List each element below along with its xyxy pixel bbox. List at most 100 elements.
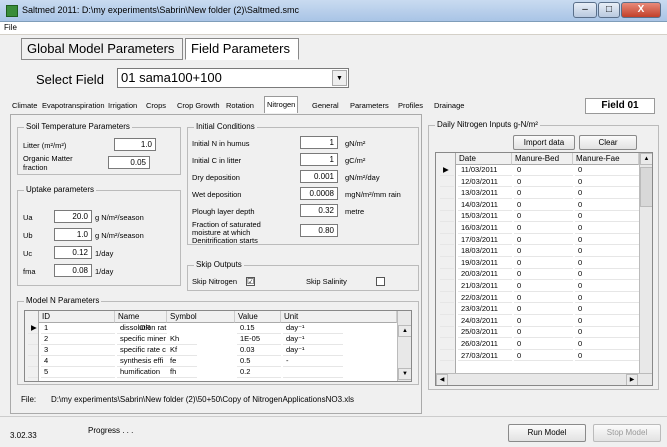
cell-manure-bed[interactable]: 0 bbox=[514, 200, 573, 211]
ub-field[interactable]: 1.0 bbox=[54, 228, 92, 241]
cell-date[interactable]: 15/03/2011 bbox=[458, 211, 512, 223]
skip-nitrogen-checkbox[interactable]: ☑ bbox=[246, 277, 255, 286]
column-header-value[interactable]: Value bbox=[235, 311, 281, 323]
cell-date[interactable]: 26/03/2011 bbox=[458, 339, 512, 350]
cell-id[interactable]: 2 bbox=[41, 334, 115, 345]
cell-manure-bed[interactable]: 0 bbox=[514, 316, 573, 327]
maximize-button[interactable]: □ bbox=[598, 2, 620, 18]
cell-symbol[interactable]: DR bbox=[137, 323, 167, 334]
cell-manure-fae[interactable]: 0 bbox=[575, 246, 639, 257]
import-data-button[interactable]: Import data bbox=[513, 135, 575, 150]
cell-manure-bed[interactable]: 0 bbox=[514, 269, 573, 281]
scroll-left-arrow-icon[interactable]: ◀ bbox=[436, 374, 448, 385]
cell-manure-fae[interactable]: 0 bbox=[575, 200, 639, 211]
column-header-id[interactable]: ID bbox=[39, 311, 115, 323]
table-row[interactable]: 27/03/2011 0 0 bbox=[436, 351, 639, 363]
table-row[interactable]: 12/03/2011 0 0 bbox=[436, 177, 639, 189]
cell-manure-fae[interactable]: 0 bbox=[575, 211, 639, 223]
tab-nitrogen[interactable]: Nitrogen bbox=[264, 96, 299, 113]
cell-date[interactable]: 23/03/2011 bbox=[458, 304, 512, 315]
table-row[interactable]: 2 specific miner Kh 1E-05 day⁻¹ bbox=[25, 334, 397, 345]
cell-manure-bed[interactable]: 0 bbox=[514, 177, 573, 188]
initial-n-field[interactable]: 1 bbox=[300, 136, 338, 149]
column-header-unit[interactable]: Unit bbox=[281, 311, 397, 323]
cell-manure-fae[interactable]: 0 bbox=[575, 304, 639, 315]
tab-general[interactable]: General bbox=[310, 98, 341, 113]
minimize-button[interactable]: – bbox=[573, 2, 597, 18]
wet-deposition-field[interactable]: 0.0008 bbox=[300, 187, 338, 200]
table-row[interactable]: 16/03/2011 0 0 bbox=[436, 223, 639, 235]
cell-date[interactable]: 17/03/2011 bbox=[458, 235, 512, 246]
cell-manure-fae[interactable]: 0 bbox=[575, 351, 639, 362]
cell-unit[interactable]: day⁻¹ bbox=[283, 334, 343, 345]
cell-manure-bed[interactable]: 0 bbox=[514, 258, 573, 269]
tab-global-model-parameters[interactable]: Global Model Parameters bbox=[21, 38, 183, 60]
cell-name[interactable]: specific rate c bbox=[117, 345, 167, 356]
table-row[interactable]: 19/03/2011 0 0 bbox=[436, 258, 639, 270]
cell-name[interactable]: synthesis effi bbox=[117, 356, 167, 367]
daily-vertical-scrollbar[interactable]: ▲ bbox=[639, 153, 652, 373]
cell-manure-fae[interactable]: 0 bbox=[575, 281, 639, 292]
cell-manure-fae[interactable]: 0 bbox=[575, 177, 639, 188]
cell-id[interactable]: 3 bbox=[41, 345, 115, 356]
cell-value[interactable]: 1E-05 bbox=[237, 334, 281, 345]
cell-manure-bed[interactable]: 0 bbox=[514, 339, 573, 350]
table-row[interactable]: 21/03/2011 0 0 bbox=[436, 281, 639, 293]
cell-manure-bed[interactable]: 0 bbox=[514, 281, 573, 292]
table-row[interactable]: ▶ 11/03/2011 0 0 bbox=[436, 165, 639, 177]
table-row[interactable]: 18/03/2011 0 0 bbox=[436, 246, 639, 258]
column-header-manure-bed[interactable]: Manure-Bed bbox=[512, 153, 573, 165]
run-model-button[interactable]: Run Model bbox=[508, 424, 586, 442]
cell-date[interactable]: 25/03/2011 bbox=[458, 327, 512, 339]
scroll-right-arrow-icon[interactable]: ▶ bbox=[626, 374, 638, 385]
field-select[interactable]: 01 sama100+100 ▼ bbox=[117, 68, 349, 88]
cell-manure-bed[interactable]: 0 bbox=[514, 235, 573, 246]
tab-parameters[interactable]: Parameters bbox=[348, 98, 391, 113]
tab-evapotranspiration[interactable]: Evapotranspiration bbox=[40, 98, 107, 113]
ua-field[interactable]: 20.0 bbox=[54, 210, 92, 223]
tab-profiles[interactable]: Profiles bbox=[396, 98, 425, 113]
cell-manure-fae[interactable]: 0 bbox=[575, 223, 639, 234]
cell-unit[interactable]: day⁻¹ bbox=[283, 323, 343, 334]
cell-date[interactable]: 18/03/2011 bbox=[458, 246, 512, 257]
tab-drainage[interactable]: Drainage bbox=[432, 98, 466, 113]
cell-manure-fae[interactable]: 0 bbox=[575, 293, 639, 304]
cell-value[interactable]: 0.5 bbox=[237, 356, 281, 367]
cell-manure-bed[interactable]: 0 bbox=[514, 188, 573, 199]
initial-c-field[interactable]: 1 bbox=[300, 153, 338, 166]
cell-date[interactable]: 16/03/2011 bbox=[458, 223, 512, 234]
cell-id[interactable]: 4 bbox=[41, 356, 115, 367]
cell-manure-bed[interactable]: 0 bbox=[514, 246, 573, 257]
daily-horizontal-scrollbar[interactable]: ◀ ▶ bbox=[436, 373, 652, 385]
table-row[interactable]: 3 specific rate c Kf 0.03 day⁻¹ bbox=[25, 345, 397, 356]
cell-name[interactable]: specific miner bbox=[117, 334, 167, 345]
clear-button[interactable]: Clear bbox=[579, 135, 637, 150]
cell-symbol[interactable]: Kf bbox=[167, 345, 197, 356]
model-n-table[interactable]: ID Name Symbol Value Unit ▶ 1 dissolutio… bbox=[24, 310, 412, 382]
table-row[interactable]: 14/03/2011 0 0 bbox=[436, 200, 639, 212]
tab-irrigation[interactable]: Irrigation bbox=[106, 98, 139, 113]
cell-symbol[interactable]: fe bbox=[167, 356, 197, 367]
stop-model-button[interactable]: Stop Model bbox=[593, 424, 661, 442]
uc-field[interactable]: 0.12 bbox=[54, 246, 92, 259]
cell-date[interactable]: 11/03/2011 bbox=[458, 165, 512, 176]
column-header-symbol[interactable]: Symbol bbox=[167, 311, 235, 323]
cell-value[interactable]: 0.2 bbox=[237, 367, 281, 378]
close-button[interactable]: X bbox=[621, 2, 661, 18]
table-row[interactable]: 23/03/2011 0 0 bbox=[436, 304, 639, 316]
table-row[interactable]: 4 synthesis effi fe 0.5 - bbox=[25, 356, 397, 367]
plough-depth-field[interactable]: 0.32 bbox=[300, 204, 338, 217]
cell-manure-bed[interactable]: 0 bbox=[514, 351, 573, 362]
table-row[interactable]: 13/03/2011 0 0 bbox=[436, 188, 639, 200]
column-header-name[interactable]: Name bbox=[115, 311, 167, 323]
cell-manure-bed[interactable]: 0 bbox=[514, 293, 573, 304]
cell-date[interactable]: 22/03/2011 bbox=[458, 293, 512, 304]
column-header-date[interactable]: Date bbox=[456, 153, 512, 165]
tab-crop-growth[interactable]: Crop Growth bbox=[175, 98, 222, 113]
cell-unit[interactable]: day⁻¹ bbox=[283, 345, 343, 356]
table-row[interactable]: 25/03/2011 0 0 bbox=[436, 327, 639, 339]
cell-symbol[interactable]: fh bbox=[167, 367, 197, 378]
dry-deposition-field[interactable]: 0.001 bbox=[300, 170, 338, 183]
model-n-vertical-scrollbar[interactable]: ▲ ▼ bbox=[397, 311, 411, 381]
cell-id[interactable]: 5 bbox=[41, 367, 115, 378]
